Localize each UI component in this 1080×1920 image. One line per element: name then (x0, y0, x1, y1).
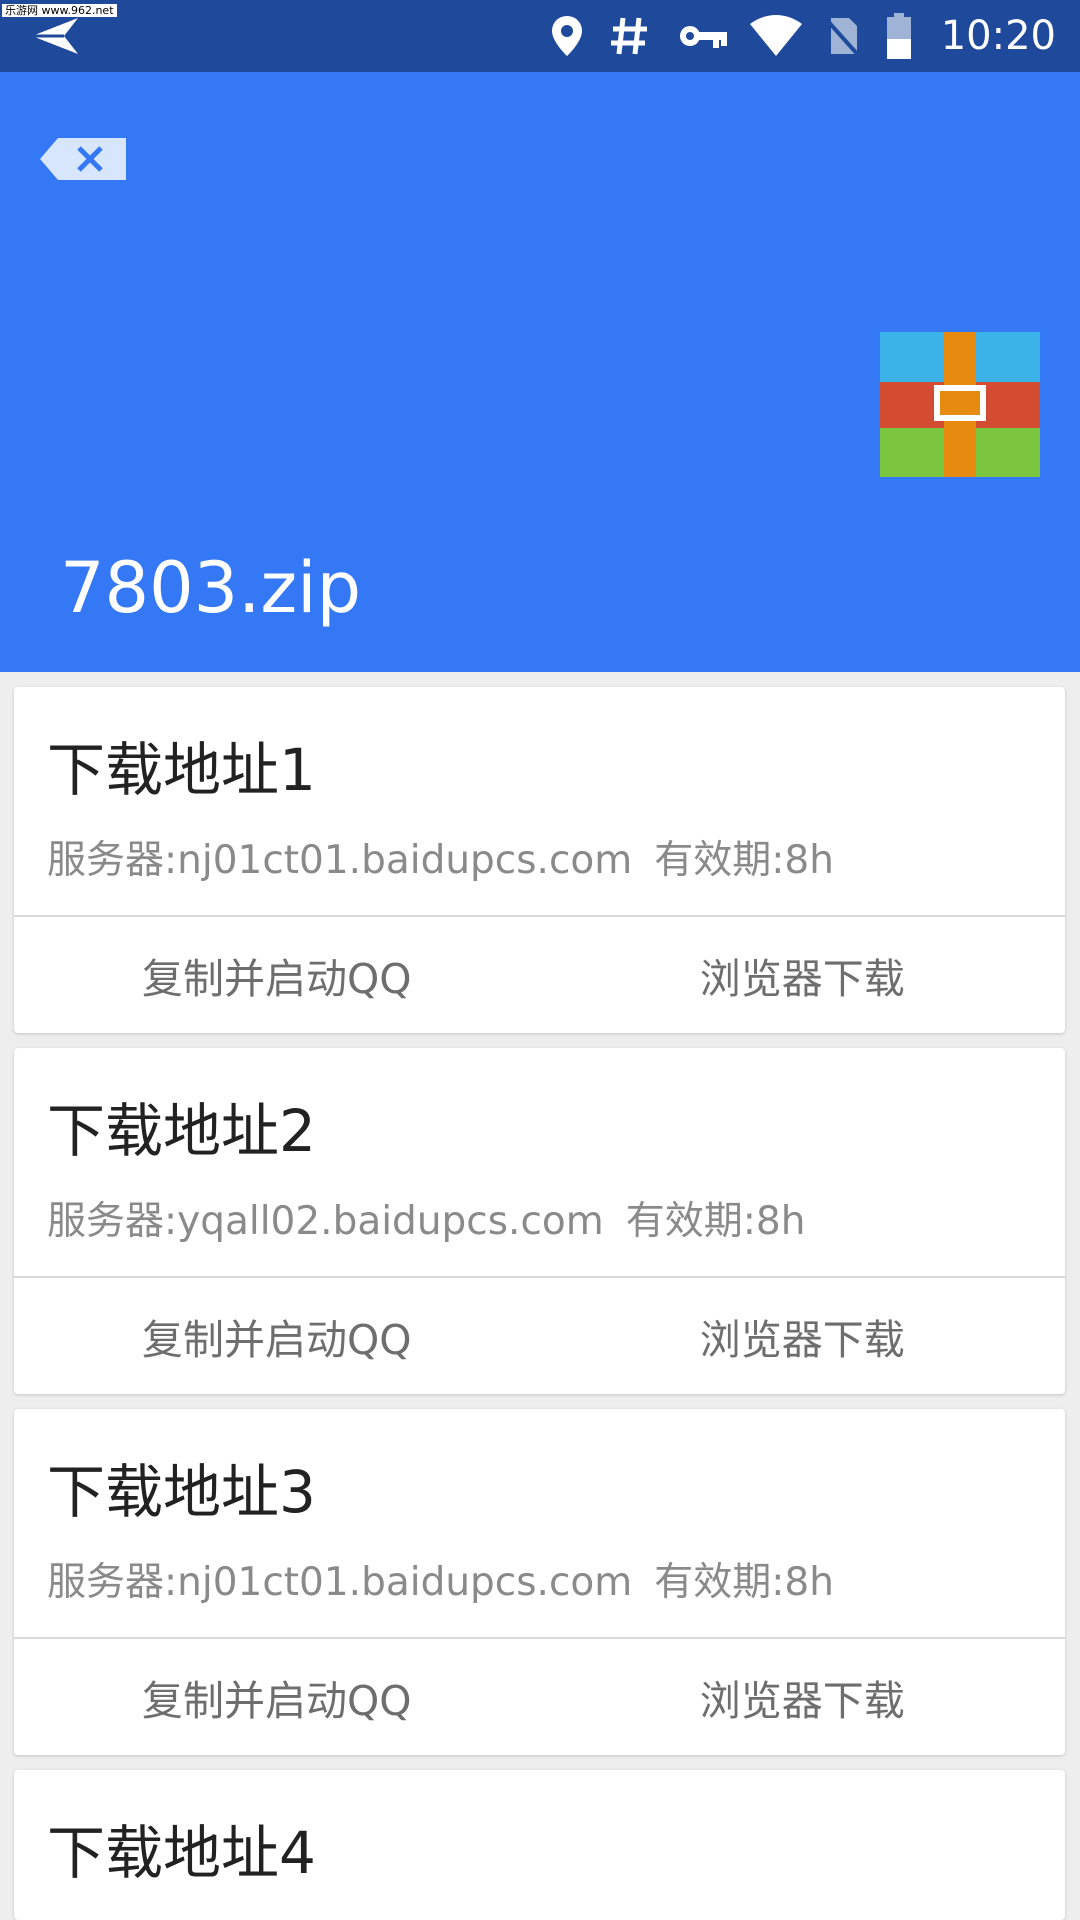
copy-and-launch-qq-button[interactable]: 复制并启动QQ (14, 1639, 540, 1755)
download-card: 下载地址2 服务器:yqall02.baidupcs.com 有效期:8h 复制并… (14, 1048, 1065, 1394)
send-icon (28, 14, 82, 58)
expiry-text: 有效期:8h (625, 1199, 806, 1244)
file-header: 7803.zip (0, 72, 1080, 672)
clock: 10:20 (940, 13, 1056, 59)
server-text: 服务器:nj01ct01.baidupcs.com (47, 1560, 633, 1605)
download-card: 下载地址4 (14, 1770, 1065, 1920)
card-actions: 复制并启动QQ 浏览器下载 (14, 1278, 1065, 1394)
vpn-key-icon (665, 14, 741, 58)
copy-and-launch-qq-button[interactable]: 复制并启动QQ (14, 917, 540, 1033)
location-icon (539, 14, 595, 58)
no-sim-icon (811, 14, 871, 58)
card-title: 下载地址3 (47, 1458, 316, 1526)
download-card: 下载地址3 服务器:nj01ct01.baidupcs.com 有效期:8h 复制… (14, 1409, 1065, 1755)
browser-download-button[interactable]: 浏览器下载 (540, 1278, 1066, 1394)
hash-icon (595, 14, 665, 58)
card-meta: 服务器:nj01ct01.baidupcs.com 有效期:8h (47, 829, 834, 885)
server-text: 服务器:yqall02.baidupcs.com (47, 1199, 604, 1244)
browser-download-button[interactable]: 浏览器下载 (540, 1639, 1066, 1755)
expiry-text: 有效期:8h (654, 838, 834, 883)
card-actions: 复制并启动QQ 浏览器下载 (14, 917, 1065, 1033)
archive-icon (880, 332, 1040, 477)
copy-and-launch-qq-button[interactable]: 复制并启动QQ (14, 1278, 540, 1394)
download-card: 下载地址1 服务器:nj01ct01.baidupcs.com 有效期:8h 复制… (14, 687, 1065, 1033)
server-text: 服务器:nj01ct01.baidupcs.com (47, 838, 633, 883)
backspace-close-icon (40, 138, 126, 180)
card-title: 下载地址4 (47, 1819, 316, 1887)
card-meta: 服务器:yqall02.baidupcs.com 有效期:8h (47, 1190, 805, 1246)
card-meta: 服务器:nj01ct01.baidupcs.com 有效期:8h (47, 1551, 834, 1607)
browser-download-button[interactable]: 浏览器下载 (540, 917, 1066, 1033)
status-icons: 10:20 (539, 0, 1080, 72)
file-name-title: 7803.zip (60, 547, 362, 629)
back-button[interactable] (38, 134, 128, 184)
battery-icon (871, 13, 927, 59)
card-actions: 复制并启动QQ 浏览器下载 (14, 1639, 1065, 1755)
card-title: 下载地址2 (47, 1097, 316, 1165)
card-title: 下载地址1 (47, 736, 316, 804)
status-bar: 乐游网 www.962.net 10:20 (0, 0, 1080, 72)
wifi-icon (741, 14, 811, 58)
expiry-text: 有效期:8h (654, 1560, 834, 1605)
